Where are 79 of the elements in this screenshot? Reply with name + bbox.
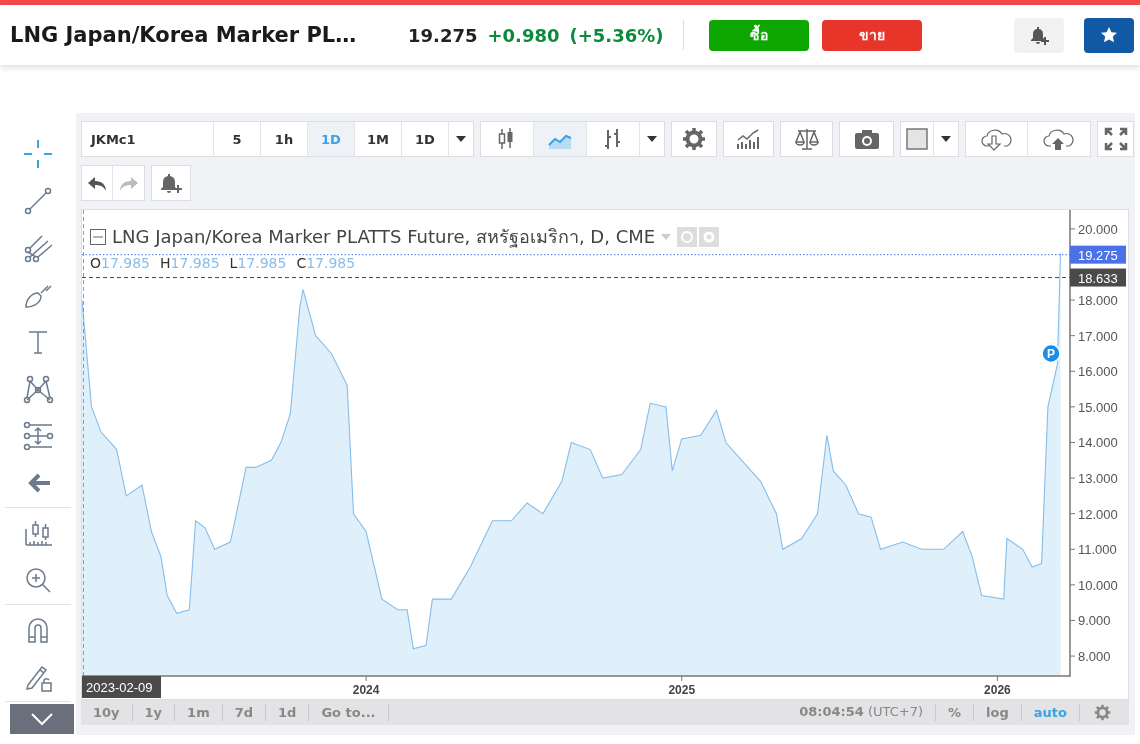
y-tick-label: 13.000 (1078, 471, 1118, 487)
add-alert-button[interactable] (151, 165, 191, 201)
y-tick-label: 8.000 (1078, 649, 1111, 665)
star-icon (1100, 26, 1118, 44)
settings-icon (682, 127, 706, 151)
y-tick-label: 11.000 (1078, 542, 1117, 558)
alert-button[interactable] (1014, 17, 1064, 53)
y-axis-label: 13.000 (1069, 471, 1118, 487)
range-button[interactable]: 7d (222, 704, 267, 721)
watchlist-button[interactable] (1084, 17, 1134, 53)
percent-change: (+5.36%) (569, 24, 664, 46)
ohlc-value: L17.985 (229, 255, 287, 271)
y-tick-label: 16.000 (1078, 364, 1118, 380)
caret-icon (456, 136, 466, 142)
chevron-down-icon (30, 712, 54, 726)
range-button[interactable]: Go to... (309, 704, 389, 721)
y-axis-label: 20.000 (1069, 221, 1118, 237)
screenshot-button[interactable] (839, 121, 894, 157)
y-axis-label: 12.000 (1069, 506, 1118, 522)
y-tick-label: 18.000 (1078, 293, 1118, 309)
x-axis-label: 2026 (984, 683, 1011, 697)
y-tick-label: 20.000 (1078, 221, 1118, 237)
compare-button[interactable] (780, 121, 833, 157)
y-tick-label: 10.000 (1078, 577, 1118, 593)
clock-text: 08:04:54 (UTC+7) (799, 704, 937, 721)
settings-button[interactable] (1093, 703, 1112, 722)
range-button[interactable]: 1m (175, 704, 223, 721)
range-button[interactable]: 1d (266, 704, 310, 721)
y-axis-label: 18.000 (1069, 293, 1118, 309)
annotation: P (1047, 346, 1056, 361)
y-axis-label: 8.000 (1069, 649, 1111, 665)
y-axis-label: 15.000 (1069, 399, 1118, 415)
ohlc-value: C17.985 (296, 255, 356, 271)
scale-option[interactable]: % (936, 704, 975, 721)
indicators-button[interactable] (723, 121, 774, 157)
y-axis-label: 9.000 (1069, 613, 1111, 629)
fullscreen-icon (1103, 127, 1128, 151)
y-tick-label: 9.000 (1078, 613, 1111, 629)
color-swatch-icon (906, 128, 928, 150)
buy-button[interactable]: ซื้อ (709, 19, 810, 51)
instrument-title: LNG Japan/Korea Marker PL… (10, 23, 358, 47)
interval-button[interactable]: 1D (308, 122, 355, 156)
ref-line-label: 19.275 (1078, 247, 1118, 263)
caret-icon (647, 136, 657, 142)
price-tag: 19.275 (1070, 245, 1126, 264)
settings-icon (1094, 704, 1111, 721)
y-axis-label: 17.000 (1069, 328, 1118, 344)
series-title: LNG Japan/Korea Marker PLATTS Future, สหรัฐอเมริกา, D, CME (112, 225, 656, 250)
x-axis-label: 2024 (352, 683, 380, 697)
range-button[interactable]: 1y (132, 704, 176, 721)
bell-plus-icon (159, 172, 183, 194)
ohlc-value: O17.985 (90, 255, 151, 271)
y-axis-label: 11.000 (1069, 542, 1117, 558)
y-tick-label: 12.000 (1078, 506, 1118, 522)
scale-option[interactable]: log (974, 704, 1022, 721)
scales-icon (793, 127, 820, 151)
price-change: +0.980 (487, 24, 560, 46)
x-axis-label: 2025 (668, 683, 696, 697)
crosshair-date-tag: 2023-02-09 (82, 676, 161, 698)
collapse-icon[interactable] (90, 228, 106, 245)
collapse-button[interactable] (10, 704, 74, 734)
last-price: 19.275 (408, 24, 478, 46)
scale-option[interactable]: auto (1021, 704, 1080, 721)
ref-line-label: 18.633 (1078, 270, 1118, 286)
price-tag: 18.633 (1070, 268, 1126, 287)
position-marker[interactable]: P (1041, 343, 1061, 364)
y-axis-label: 14.000 (1069, 435, 1118, 451)
camera-icon (853, 127, 880, 151)
range-button[interactable]: 10y (81, 704, 133, 721)
y-axis-label: 16.000 (1069, 364, 1118, 380)
y-axis-label: 10.000 (1069, 577, 1118, 593)
y-tick-label: 15.000 (1078, 399, 1118, 415)
fullscreen-button[interactable] (1097, 121, 1134, 157)
bell-plus-icon (1028, 24, 1050, 46)
y-tick-label: 14.000 (1078, 435, 1118, 451)
caret-icon (941, 136, 951, 142)
y-tick-label: 17.000 (1078, 328, 1118, 344)
sell-button[interactable]: ขาย (822, 19, 923, 51)
ohlc-value: H17.985 (160, 255, 220, 271)
